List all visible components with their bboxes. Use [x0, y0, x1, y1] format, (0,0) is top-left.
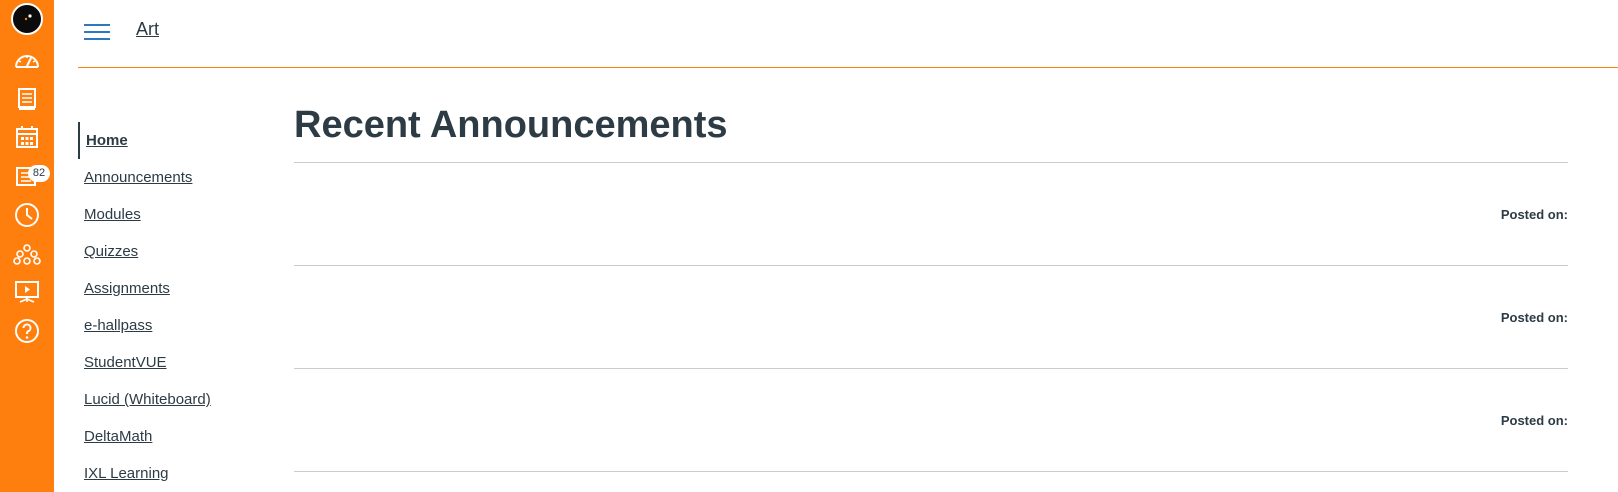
- page-title: Recent Announcements: [294, 104, 728, 146]
- global-nav: 82: [0, 0, 54, 492]
- inbox-unread-badge: 82: [28, 165, 50, 182]
- course-nav-e-hallpass[interactable]: e-hallpass: [78, 307, 268, 344]
- courses-icon: [18, 88, 36, 110]
- course-nav-announcements[interactable]: Announcements: [78, 159, 268, 196]
- history-icon: [15, 203, 39, 227]
- announcement-item[interactable]: Posted on:: [294, 266, 1568, 369]
- main-content: Recent Announcements Posted on: Posted o…: [294, 98, 1568, 472]
- course-nav-studentvue[interactable]: StudentVUE: [78, 344, 268, 381]
- avatar-image: [24, 14, 32, 21]
- studio-icon: [15, 281, 39, 303]
- course-nav-quizzes[interactable]: Quizzes: [78, 233, 268, 270]
- hamburger-icon: [84, 24, 110, 26]
- announcement-item[interactable]: Posted on:: [294, 163, 1568, 266]
- studio-button[interactable]: [0, 273, 54, 311]
- course-header: Art: [78, 0, 1618, 68]
- posted-on-label: Posted on:: [1500, 207, 1568, 222]
- commons-icon: [13, 244, 41, 265]
- course-nav: Home Announcements Modules Quizzes Assig…: [78, 122, 268, 492]
- commons-button[interactable]: [0, 235, 54, 273]
- menu-toggle-button[interactable]: [84, 22, 110, 42]
- announcement-item[interactable]: Posted on:: [294, 369, 1568, 472]
- calendar-button[interactable]: [0, 118, 54, 156]
- course-nav-home[interactable]: Home: [78, 122, 268, 159]
- avatar[interactable]: [11, 3, 43, 35]
- dashboard-icon: [15, 55, 39, 68]
- help-button[interactable]: [0, 312, 54, 350]
- course-nav-lucid-whiteboard[interactable]: Lucid (Whiteboard): [78, 381, 268, 418]
- breadcrumb-course[interactable]: Art: [136, 19, 159, 40]
- course-nav-assignments[interactable]: Assignments: [78, 270, 268, 307]
- help-icon: [15, 319, 39, 343]
- posted-on-label: Posted on:: [1500, 310, 1568, 325]
- history-button[interactable]: [0, 196, 54, 234]
- course-nav-modules[interactable]: Modules: [78, 196, 268, 233]
- posted-on-label: Posted on:: [1500, 413, 1568, 428]
- courses-button[interactable]: [0, 80, 54, 118]
- course-nav-ixl-learning[interactable]: IXL Learning: [78, 455, 268, 492]
- calendar-icon: [16, 126, 38, 148]
- course-nav-deltamath[interactable]: DeltaMath: [78, 418, 268, 455]
- dashboard-button[interactable]: [0, 42, 54, 80]
